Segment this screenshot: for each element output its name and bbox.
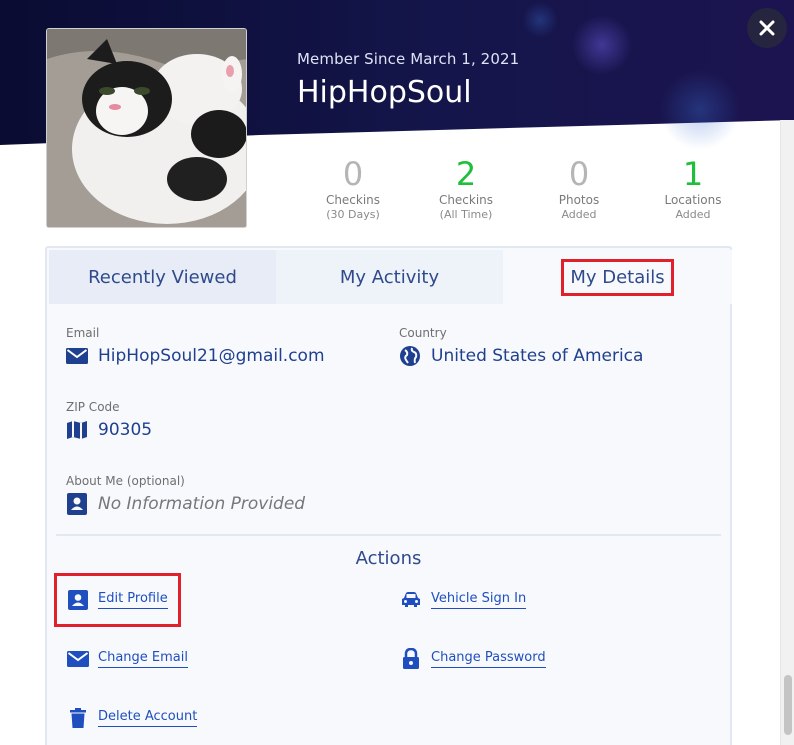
email-label: Email — [66, 326, 100, 340]
stat-value: 0 — [342, 155, 364, 193]
cat-photo-icon — [47, 29, 246, 227]
edit-profile-label: Edit Profile — [98, 591, 168, 609]
delete-account-label: Delete Account — [98, 709, 198, 727]
section-divider — [56, 534, 721, 536]
tab-label: My Activity — [339, 266, 440, 288]
tab-label: Recently Viewed — [88, 266, 237, 288]
username: HipHopSoul — [297, 75, 472, 110]
zip-code-value: 90305 — [98, 420, 153, 440]
country-value: United States of America — [431, 346, 644, 366]
edit-profile-link[interactable]: Edit Profile — [66, 588, 168, 612]
contact-card-icon — [66, 588, 90, 612]
close-icon — [759, 20, 775, 36]
map-icon — [66, 419, 88, 441]
delete-account-link[interactable]: Delete Account — [66, 706, 198, 730]
member-since-text: Member Since March 1, 2021 — [297, 50, 520, 68]
profile-modal: Member Since March 1, 2021 HipHopSoul 0 … — [0, 0, 794, 745]
globe-icon — [399, 345, 421, 367]
stat-label: Checkins — [325, 193, 381, 207]
change-password-label: Change Password — [431, 650, 546, 668]
email-row: HipHopSoul21@gmail.com — [66, 345, 325, 367]
tab-bar: Recently Viewed My Activity My Details — [49, 250, 732, 304]
close-button[interactable] — [747, 8, 787, 48]
email-value: HipHopSoul21@gmail.com — [98, 346, 325, 366]
trash-icon — [66, 706, 90, 730]
about-me-value: No Information Provided — [98, 494, 306, 514]
stat-value: 0 — [568, 155, 590, 193]
change-email-link[interactable]: Change Email — [66, 647, 188, 671]
vehicle-sign-in-link[interactable]: Vehicle Sign In — [399, 588, 527, 612]
stat-value: 1 — [682, 155, 704, 193]
contact-card-icon — [66, 493, 88, 515]
scrollbar-thumb[interactable] — [784, 675, 792, 735]
actions-heading: Actions — [355, 548, 422, 569]
stat-sub-label: (All Time) — [439, 208, 493, 221]
tab-recently-viewed[interactable]: Recently Viewed — [49, 250, 276, 304]
change-email-label: Change Email — [98, 650, 188, 668]
about-me-row: No Information Provided — [66, 493, 305, 515]
change-password-link[interactable]: Change Password — [399, 647, 546, 671]
zip-code-row: 90305 — [66, 419, 152, 441]
stat-sub-label: Added — [675, 208, 711, 221]
stat-label: Checkins — [438, 193, 494, 207]
envelope-icon — [66, 345, 88, 367]
country-label: Country — [399, 326, 447, 340]
stat-value: 2 — [455, 155, 477, 193]
country-row: United States of America — [399, 345, 643, 367]
about-me-label: About Me (optional) — [66, 474, 185, 488]
stat-photos-added: 0 Photos Added — [524, 155, 634, 222]
tab-my-details[interactable]: My Details — [503, 250, 732, 304]
stat-label: Photos — [558, 193, 600, 207]
stat-sub-label: Added — [561, 208, 597, 221]
tab-my-activity[interactable]: My Activity — [276, 250, 503, 304]
vehicle-sign-in-label: Vehicle Sign In — [431, 591, 527, 609]
stat-sub-label: (30 Days) — [326, 208, 380, 221]
envelope-icon — [66, 647, 90, 671]
avatar — [46, 28, 247, 228]
lock-icon — [399, 647, 423, 671]
stat-checkins-all-time: 2 Checkins (All Time) — [411, 155, 521, 222]
car-icon — [399, 588, 423, 612]
scrollbar[interactable] — [780, 120, 794, 745]
stat-label: Locations — [664, 193, 722, 207]
zip-code-label: ZIP Code — [66, 400, 120, 414]
tab-label: My Details — [561, 258, 674, 296]
stat-checkins-30-days: 0 Checkins (30 Days) — [298, 155, 408, 222]
stat-locations-added: 1 Locations Added — [638, 155, 748, 222]
